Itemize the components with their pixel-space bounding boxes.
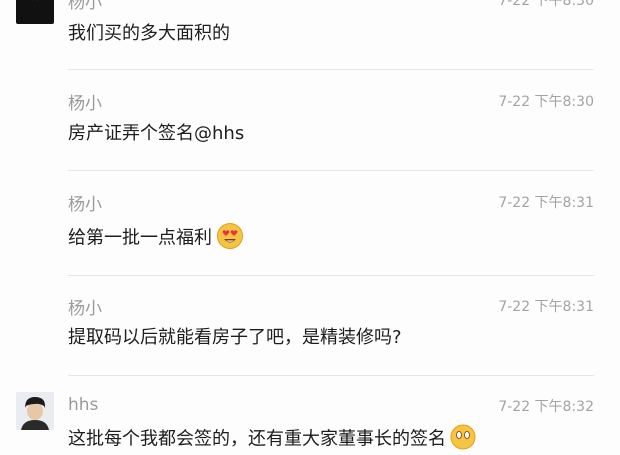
message-row: 这批每个我都会签的，还有重大家董事长的签名 [68, 424, 476, 455]
avatar[interactable]: ⌜◡⌝ [16, 0, 54, 24]
message-row: 给第一批一点福利 [68, 222, 244, 255]
message-text: 这批每个我都会签的，还有重大家董事长的签名 [68, 428, 446, 450]
message-time: 7-22 下午8:31 [498, 195, 594, 211]
logo-mark: ⌜◡⌝ [28, 0, 47, 2]
sender-name: 杨小 [68, 0, 102, 13]
message-text: 给第一批一点福利 [68, 227, 212, 249]
avatar[interactable] [16, 392, 54, 430]
sender-name: 杨小 [68, 195, 102, 215]
sender-name: 杨小 [68, 299, 102, 319]
divider [68, 375, 594, 376]
sender-name: hhs [68, 395, 99, 415]
message-time: 7-22 下午8:30 [498, 94, 594, 110]
message-time: 7-22 下午8:30 [498, 0, 594, 9]
divider [68, 170, 594, 171]
message-text: 提取码以后就能看房子了吧，是精装修吗? [68, 327, 402, 348]
divider [68, 275, 594, 276]
person-avatar-icon [16, 392, 54, 430]
sender-name: 杨小 [68, 94, 102, 114]
message-text: 我们买的多大面积的 [68, 23, 230, 44]
message-text: 房产证弄个签名@hhs [68, 123, 245, 144]
heart-eyes-emoji-icon [216, 222, 244, 255]
message-time: 7-22 下午8:32 [498, 399, 594, 415]
eyes-emoji-icon [450, 424, 476, 455]
divider [68, 69, 594, 70]
message-time: 7-22 下午8:31 [498, 299, 594, 315]
